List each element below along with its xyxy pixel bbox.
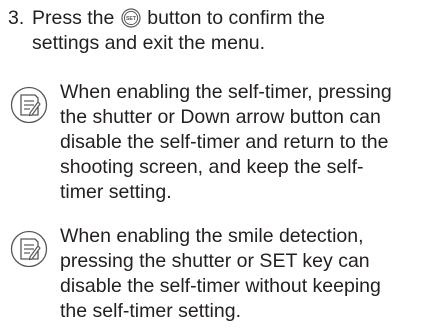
step-3: 3. Press the SET button to confirm the s…	[8, 6, 418, 56]
note-text: When enabling the self-timer, pressing t…	[60, 80, 426, 205]
note-line: When enabling the self-timer, pressing	[60, 81, 392, 103]
step-line-1: Press the SET button to confirm the	[32, 6, 418, 31]
note-line: disable the self-timer without keeping	[60, 275, 381, 297]
set-icon-label: SET	[126, 16, 137, 22]
step-line-2: settings and exit the menu.	[32, 32, 266, 54]
note-line: disable the self-timer and return to the	[60, 131, 389, 153]
step-number: 3.	[8, 7, 25, 29]
note-line: shooting screen, and keep the self-	[60, 156, 364, 178]
step-text-before-icon: Press the	[32, 7, 115, 29]
note-icon	[10, 86, 48, 124]
note-text: When enabling the smile detection, press…	[60, 224, 426, 324]
note-line: the shutter or Down arrow button can	[60, 106, 381, 128]
set-button-icon: SET	[121, 8, 141, 28]
note-line: timer setting.	[60, 181, 172, 203]
note-line: When enabling the smile detection,	[60, 225, 364, 247]
step-text: Press the SET button to confirm the sett…	[32, 6, 418, 56]
note-line: the self-timer setting.	[60, 300, 241, 322]
step-text-after-icon: button to confirm the	[147, 7, 325, 29]
note-line: pressing the shutter or SET key can	[60, 250, 370, 272]
note-icon	[10, 230, 48, 268]
